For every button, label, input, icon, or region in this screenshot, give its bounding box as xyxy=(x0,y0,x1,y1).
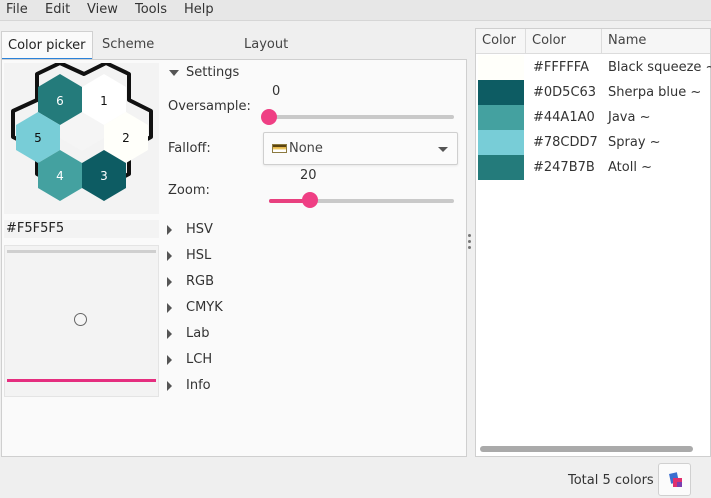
column-header-color-swatch[interactable]: Color xyxy=(476,29,526,54)
table-row[interactable]: #44A1A0 Java ~ xyxy=(476,105,710,130)
panel-splitter-handle[interactable] xyxy=(468,234,472,250)
settings-label: Settings xyxy=(186,65,240,80)
section-label: CMYK xyxy=(186,300,223,315)
hex-cell-5-number: 5 xyxy=(34,131,42,145)
section-label: HSV xyxy=(186,222,213,237)
splitter-dot xyxy=(468,240,471,243)
preview-bottom-line xyxy=(7,379,156,382)
color-hex: #44A1A0 xyxy=(533,110,595,125)
color-hex: #0D5C63 xyxy=(533,85,597,100)
oversample-value: 0 xyxy=(272,84,281,99)
splitter-dot xyxy=(468,234,471,237)
status-bar: Total 5 colors xyxy=(0,462,711,498)
palette-action-button[interactable] xyxy=(658,463,691,496)
chevron-right-icon xyxy=(167,381,172,391)
hexagon-color-picker[interactable]: 6 1 5 2 4 3 xyxy=(4,63,159,214)
color-hex: #FFFFFA xyxy=(533,60,589,75)
falloff-label: Falloff: xyxy=(168,141,211,156)
color-swatch xyxy=(478,155,524,180)
hex-cell-6-number: 6 xyxy=(56,94,64,108)
palette-icon-card-accent xyxy=(677,482,682,487)
color-swatch xyxy=(478,80,524,105)
menu-edit[interactable]: Edit xyxy=(45,1,70,19)
color-name: Sherpa blue ~ xyxy=(608,85,702,100)
horizontal-scrollbar[interactable] xyxy=(480,446,693,452)
chevron-down-icon xyxy=(438,147,448,152)
oversample-label: Oversample: xyxy=(168,99,251,114)
column-header-name[interactable]: Name xyxy=(602,29,710,54)
color-swatch xyxy=(478,130,524,155)
palette-icon xyxy=(669,472,682,487)
color-cursor[interactable] xyxy=(74,313,87,326)
color-hex: #247B7B xyxy=(533,160,595,175)
gradient-icon xyxy=(272,144,287,153)
menu-help[interactable]: Help xyxy=(184,1,214,19)
tab-color-picker[interactable]: Color picker xyxy=(1,31,93,60)
preview-top-line xyxy=(7,250,156,253)
table-row[interactable]: #FFFFFA Black squeeze ~ xyxy=(476,55,711,80)
tab-scheme-generation[interactable]: Scheme generation xyxy=(96,31,179,80)
table-row[interactable]: #0D5C63 Sherpa blue ~ xyxy=(476,80,710,105)
color-name: Atoll ~ xyxy=(608,160,652,175)
oversample-slider-handle[interactable] xyxy=(261,109,277,125)
section-label: Lab xyxy=(186,326,210,341)
chevron-right-icon xyxy=(167,355,172,365)
zoom-label: Zoom: xyxy=(168,183,210,198)
chevron-right-icon xyxy=(167,277,172,287)
chevron-right-icon xyxy=(167,329,172,339)
zoom-value: 20 xyxy=(300,168,317,183)
table-row[interactable]: #247B7B Atoll ~ xyxy=(476,155,710,180)
menu-tools[interactable]: Tools xyxy=(135,1,167,19)
falloff-selected-value: None xyxy=(289,141,323,156)
color-name: Java ~ xyxy=(608,110,651,125)
hex-cell-2-number: 2 xyxy=(122,131,130,145)
menu-bar: File Edit View Tools Help xyxy=(0,0,711,21)
hexagon-grid: 6 1 5 2 4 3 xyxy=(11,63,153,201)
table-row[interactable]: #78CDD7 Spray ~ xyxy=(476,130,710,155)
chevron-right-icon xyxy=(167,251,172,261)
oversample-slider-track xyxy=(269,115,454,119)
menu-file[interactable]: File xyxy=(6,1,28,19)
section-label: Info xyxy=(186,378,211,393)
section-label: HSL xyxy=(186,248,212,263)
chevron-right-icon xyxy=(167,303,172,313)
total-colors-label: Total 5 colors xyxy=(568,473,654,488)
chevron-right-icon xyxy=(167,225,172,235)
menu-view[interactable]: View xyxy=(87,1,118,19)
color-picker-panel: 6 1 5 2 4 3 #F5F5F5 Settings Oversample:… xyxy=(1,59,467,457)
color-hex: #78CDD7 xyxy=(533,135,598,150)
section-label: RGB xyxy=(186,274,215,289)
palette-table: Color Color Name #FFFFFA Black squeeze ~… xyxy=(475,28,711,457)
color-name: Spray ~ xyxy=(608,135,661,150)
zoom-slider-handle[interactable] xyxy=(301,192,318,208)
table-header: Color Color Name xyxy=(476,29,710,54)
color-preview[interactable] xyxy=(4,245,159,397)
color-name: Black squeeze ~ xyxy=(608,60,711,75)
color-swatch xyxy=(478,55,524,80)
tab-layout-preview[interactable]: Layout preview xyxy=(238,31,301,80)
hex-cell-3-number: 3 xyxy=(100,169,108,183)
column-header-color-hex[interactable]: Color xyxy=(526,29,602,54)
hex-cell-4-number: 4 xyxy=(56,169,64,183)
color-swatch xyxy=(478,105,524,130)
splitter-dot xyxy=(468,246,471,249)
section-label: LCH xyxy=(186,352,213,367)
chevron-down-icon xyxy=(169,70,179,76)
hex-value-field[interactable]: #F5F5F5 xyxy=(4,220,159,238)
falloff-dropdown[interactable]: None xyxy=(263,132,458,165)
hex-cell-1-number: 1 xyxy=(100,94,108,108)
